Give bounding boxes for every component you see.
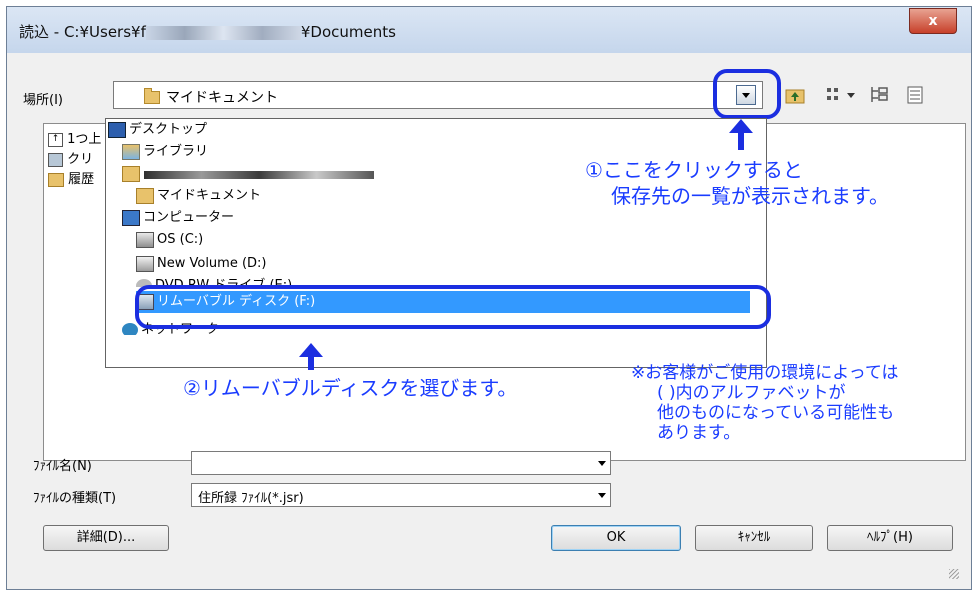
chevron-down-icon bbox=[598, 493, 606, 498]
ok-button[interactable]: OK bbox=[551, 525, 681, 551]
cancel-button[interactable]: ｷｬﾝｾﾙ bbox=[695, 525, 813, 551]
annotation-step1-line1: ①ここをクリックすると bbox=[585, 158, 803, 182]
open-file-dialog: 読込 - C:¥Users¥f ¥Documents x 場所(I) マイドキュメ… bbox=[6, 6, 972, 590]
library-icon bbox=[122, 143, 140, 160]
highlight-ring-removable bbox=[135, 285, 771, 329]
title-bar: 読込 - C:¥Users¥f ¥Documents x bbox=[7, 7, 971, 53]
arrow-shaft bbox=[738, 132, 744, 150]
location-value: マイドキュメント bbox=[166, 90, 278, 106]
annotation-note-line1: ※お客様がご使用の環境によっては bbox=[631, 363, 899, 383]
dropdown-item-desktop[interactable]: デスクトップ bbox=[108, 119, 207, 141]
filename-label: ﾌｧｲﾙ名(N) bbox=[33, 459, 92, 474]
folder-icon bbox=[144, 88, 160, 104]
dialog-body: 場所(I) マイドキュメント ↑ 1つ上 クリ 履歴 デスクトップ ライブラリ … bbox=[17, 53, 966, 581]
drive-icon bbox=[136, 231, 154, 248]
chevron-down-icon bbox=[598, 461, 606, 466]
dropdown-item-documents[interactable]: マイドキュメント bbox=[136, 185, 261, 207]
close-icon: x bbox=[928, 13, 938, 29]
resize-grip-icon[interactable] bbox=[949, 569, 959, 579]
redacted-username bbox=[145, 25, 301, 40]
annotation-step1-line2: 保存先の一覧が表示されます。 bbox=[611, 184, 889, 208]
clip-icon bbox=[48, 152, 63, 167]
network-icon bbox=[122, 322, 138, 335]
filetype-select[interactable]: 住所録 ﾌｧｲﾙ(*.jsr) bbox=[191, 483, 611, 507]
arrow-up-icon bbox=[299, 343, 323, 357]
up-icon: ↑ bbox=[48, 132, 63, 147]
location-label: 場所(I) bbox=[23, 93, 63, 108]
filetype-value: 住所録 ﾌｧｲﾙ(*.jsr) bbox=[198, 491, 304, 506]
dropdown-item-library[interactable]: ライブラリ bbox=[122, 141, 208, 163]
highlight-ring-dropdown bbox=[713, 69, 781, 119]
dropdown-item-os-c[interactable]: OS (C:) bbox=[136, 229, 203, 251]
arrow-up-icon bbox=[729, 119, 753, 133]
details-icon[interactable] bbox=[905, 85, 925, 109]
annotation-step2: ②リムーバブルディスクを選びます。 bbox=[183, 376, 518, 400]
view-menu-icon[interactable] bbox=[825, 85, 863, 109]
annotation-note-line4: あります。 bbox=[657, 423, 741, 443]
dropdown-item-volume-d[interactable]: New Volume (D:) bbox=[136, 253, 267, 275]
up-folder-icon[interactable] bbox=[785, 86, 805, 108]
history-icon bbox=[48, 172, 64, 187]
title-prefix: 読込 - C:¥Users¥f bbox=[19, 23, 146, 41]
tree-icon[interactable] bbox=[869, 85, 891, 109]
drive-icon bbox=[136, 255, 154, 272]
dropdown-item-computer[interactable]: コンピューター bbox=[122, 207, 234, 229]
details-button[interactable]: 詳細(D)... bbox=[43, 525, 169, 551]
close-button[interactable]: x bbox=[909, 8, 957, 34]
desktop-icon bbox=[108, 121, 126, 138]
filename-input[interactable] bbox=[191, 451, 611, 475]
annotation-note-line3: 他のものになっている可能性も bbox=[657, 403, 895, 423]
computer-icon bbox=[122, 209, 140, 226]
folder-icon bbox=[136, 187, 154, 204]
location-combo[interactable]: マイドキュメント bbox=[113, 81, 763, 109]
location-dropdown-list[interactable]: デスクトップ ライブラリ マイドキュメント コンピューター OS (C:) Ne… bbox=[105, 118, 767, 368]
dropdown-item-user[interactable] bbox=[122, 163, 422, 185]
list-item[interactable]: ↑ 1つ上 bbox=[48, 128, 101, 147]
title-suffix: ¥Documents bbox=[300, 23, 396, 41]
list-item[interactable]: 履歴 bbox=[48, 168, 94, 187]
annotation-note-line2: ( )内のアルファベットが bbox=[657, 383, 846, 403]
user-icon bbox=[122, 165, 140, 182]
filetype-label: ﾌｧｲﾙの種類(T) bbox=[33, 491, 117, 506]
redacted-user-folder bbox=[144, 171, 374, 179]
help-button[interactable]: ﾍﾙﾌﾟ(H) bbox=[827, 525, 953, 551]
list-item[interactable]: クリ bbox=[48, 148, 93, 167]
arrow-shaft bbox=[308, 356, 314, 370]
window-title: 読込 - C:¥Users¥f ¥Documents bbox=[19, 21, 396, 42]
